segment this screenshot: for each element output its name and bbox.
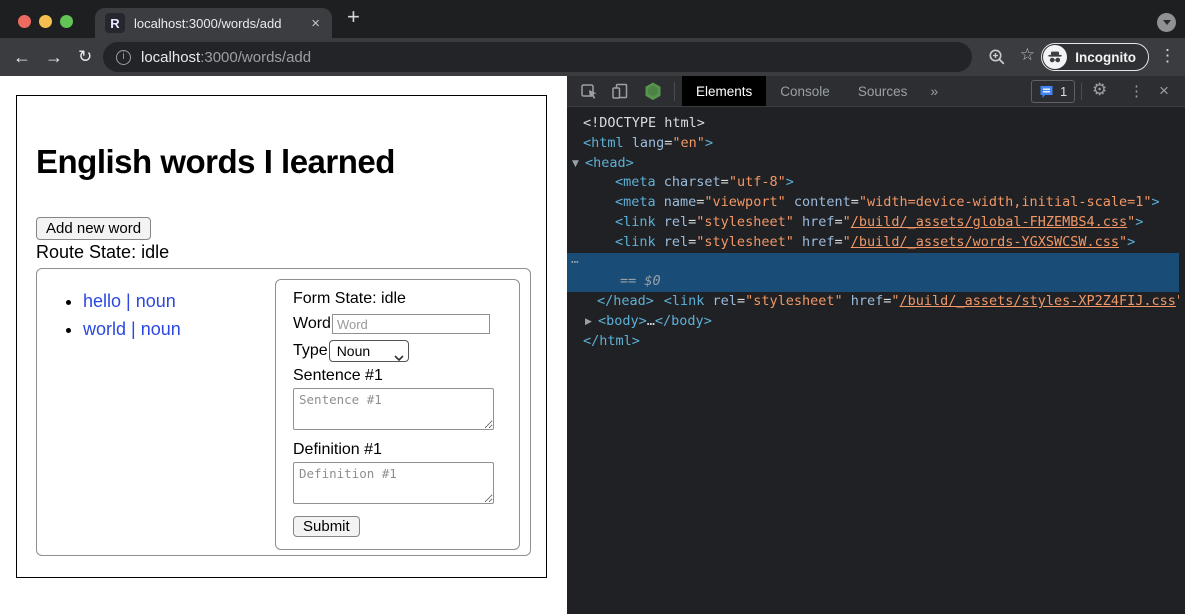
elements-tree: <!DOCTYPE html> <html lang="en"> ▼<head>… bbox=[567, 108, 1185, 614]
settings-gear-icon[interactable]: ⚙ bbox=[1092, 80, 1107, 100]
list-item: world | noun bbox=[83, 319, 181, 340]
code-line[interactable]: </html> bbox=[567, 332, 1185, 352]
issues-count: 1 bbox=[1060, 84, 1067, 99]
form-state-text: Form State: idle bbox=[293, 290, 406, 308]
word-list: hello | noun world | noun bbox=[64, 291, 181, 347]
page-container: English words I learned Add new word Rou… bbox=[16, 95, 547, 578]
tab-elements[interactable]: Elements bbox=[682, 76, 766, 106]
devtools-close-icon[interactable]: × bbox=[1159, 81, 1169, 101]
devtools-toolbar: Elements Console Sources » 1 ⚙ ⋮ × bbox=[567, 76, 1185, 107]
window-minimize-button[interactable] bbox=[39, 15, 52, 28]
window-zoom-button[interactable] bbox=[60, 15, 73, 28]
inspect-element-icon[interactable] bbox=[579, 81, 599, 101]
chevron-down-icon bbox=[1163, 20, 1171, 25]
window-close-button[interactable] bbox=[18, 15, 31, 28]
tab-search-button[interactable] bbox=[1157, 13, 1176, 32]
tab-strip: R localhost:3000/words/add × + bbox=[0, 0, 1185, 38]
incognito-label: Incognito bbox=[1075, 50, 1136, 65]
list-item: hello | noun bbox=[83, 291, 181, 312]
browser-menu-button[interactable]: ⋮ bbox=[1159, 46, 1176, 66]
code-line-selected[interactable]: ⋯ <link rel="stylesheet" href="/build/_a… bbox=[567, 253, 1185, 273]
url-text[interactable]: localhost:3000/words/add bbox=[141, 49, 311, 66]
add-new-word-button[interactable]: Add new word bbox=[36, 217, 151, 240]
back-button[interactable]: ← bbox=[13, 46, 31, 68]
code-line[interactable]: <meta charset="utf-8"> bbox=[567, 173, 1185, 193]
code-line[interactable]: </head> bbox=[567, 292, 1185, 312]
add-word-form: Form State: idle Word Type Noun bbox=[275, 279, 520, 550]
toolbar-divider bbox=[674, 82, 675, 101]
code-line[interactable]: ▼<head> bbox=[567, 154, 1185, 174]
new-tab-button[interactable]: + bbox=[347, 4, 360, 30]
url-path: :3000/words/add bbox=[200, 49, 311, 66]
submit-button[interactable]: Submit bbox=[293, 516, 360, 537]
incognito-avatar bbox=[1043, 45, 1067, 69]
tab-title: localhost:3000/words/add bbox=[134, 16, 309, 31]
incognito-badge[interactable]: Incognito bbox=[1041, 43, 1149, 71]
address-bar[interactable]: i localhost:3000/words/add bbox=[103, 42, 972, 72]
type-select[interactable]: Noun bbox=[329, 340, 409, 362]
devtools-menu-icon[interactable]: ⋮ bbox=[1129, 82, 1144, 100]
more-tabs-icon[interactable]: » bbox=[930, 83, 938, 99]
page-title: English words I learned bbox=[36, 143, 395, 181]
browser-tab[interactable]: R localhost:3000/words/add × bbox=[95, 8, 332, 38]
site-info-icon[interactable]: i bbox=[116, 50, 131, 65]
code-line[interactable]: <!DOCTYPE html> bbox=[567, 114, 1185, 134]
element-options-icon[interactable]: ⋯ bbox=[571, 253, 580, 273]
code-line[interactable]: ▶<body>…</body> bbox=[567, 312, 1185, 332]
browser-window: R localhost:3000/words/add × + ← → ↻ i l… bbox=[0, 0, 1185, 614]
code-line-selected[interactable]: == $0 bbox=[567, 272, 1185, 292]
word-label: Word bbox=[293, 315, 331, 333]
devtools-panel: Elements Console Sources » 1 ⚙ ⋮ × <!DOC… bbox=[567, 76, 1185, 614]
word-link[interactable]: hello | noun bbox=[83, 291, 176, 311]
bookmark-star-icon[interactable]: ☆ bbox=[1020, 45, 1035, 65]
scrollbar-gutter[interactable] bbox=[1179, 108, 1185, 614]
page-viewport: English words I learned Add new word Rou… bbox=[0, 76, 567, 614]
tab-console[interactable]: Console bbox=[766, 76, 844, 106]
words-panel: hello | noun world | noun Form State: id… bbox=[36, 268, 531, 556]
sentence-label: Sentence #1 bbox=[293, 367, 383, 385]
devtools-tabs: Elements Console Sources bbox=[682, 76, 921, 106]
extension-hexagon-icon[interactable] bbox=[643, 81, 663, 102]
device-toolbar-icon[interactable] bbox=[610, 81, 630, 101]
definition-label: Definition #1 bbox=[293, 441, 382, 459]
remix-favicon-icon: R bbox=[105, 13, 125, 33]
url-host: localhost bbox=[141, 49, 200, 66]
route-state-text: Route State: idle bbox=[36, 242, 169, 263]
reload-button[interactable]: ↻ bbox=[78, 46, 92, 68]
tab-close-icon[interactable]: × bbox=[309, 16, 322, 31]
word-input[interactable] bbox=[332, 314, 490, 334]
browser-toolbar: ← → ↻ i localhost:3000/words/add ☆ bbox=[0, 38, 1185, 76]
tab-sources[interactable]: Sources bbox=[844, 76, 922, 106]
incognito-icon bbox=[1047, 49, 1063, 65]
code-line[interactable]: <link rel="stylesheet" href="/build/_ass… bbox=[567, 213, 1185, 233]
type-label: Type bbox=[293, 342, 328, 360]
page-zoom-icon[interactable] bbox=[988, 48, 1006, 71]
word-link[interactable]: world | noun bbox=[83, 319, 181, 339]
forward-button[interactable]: → bbox=[45, 46, 63, 68]
sentence-textarea[interactable] bbox=[293, 388, 494, 430]
code-line[interactable]: <meta name="viewport" content="width=dev… bbox=[567, 193, 1185, 213]
issues-counter[interactable]: 1 bbox=[1031, 80, 1075, 103]
issues-bubble-icon bbox=[1039, 85, 1054, 99]
code-line[interactable]: <link rel="stylesheet" href="/build/_ass… bbox=[567, 233, 1185, 253]
definition-textarea[interactable] bbox=[293, 462, 494, 504]
code-line[interactable]: <html lang="en"> bbox=[567, 134, 1185, 154]
toolbar-divider bbox=[1081, 83, 1082, 100]
